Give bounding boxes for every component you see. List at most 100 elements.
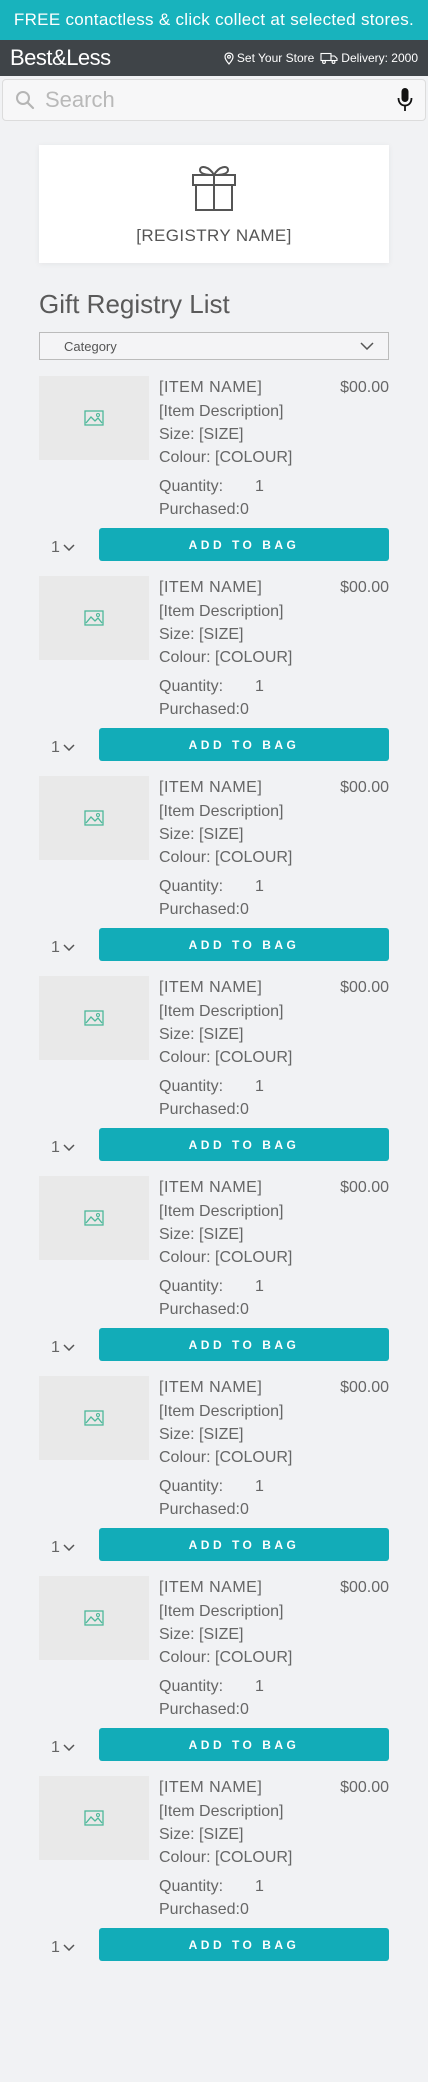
registry-item: [ITEM NAME] $00.00 [Item Description] Si… bbox=[39, 1376, 389, 1576]
purchased-value: 0 bbox=[239, 901, 249, 918]
item-size: Size: [SIZE] bbox=[159, 1626, 244, 1643]
quantity-select-value: 1 bbox=[51, 1938, 60, 1956]
item-image[interactable] bbox=[39, 1176, 149, 1260]
image-placeholder-icon bbox=[84, 1010, 104, 1026]
chevron-down-icon bbox=[63, 1544, 75, 1551]
item-colour: Colour: [COLOUR] bbox=[159, 1649, 293, 1666]
image-placeholder-icon bbox=[84, 1210, 104, 1226]
microphone-icon[interactable] bbox=[397, 87, 413, 113]
registry-item: [ITEM NAME] $00.00 [Item Description] Si… bbox=[39, 776, 389, 976]
item-description: [Item Description] bbox=[159, 1003, 284, 1020]
item-description: [Item Description] bbox=[159, 1203, 284, 1220]
quantity-select-value: 1 bbox=[51, 1338, 60, 1356]
quantity-select[interactable]: 1 bbox=[39, 939, 84, 957]
item-description: [Item Description] bbox=[159, 803, 284, 820]
item-colour: Colour: [COLOUR] bbox=[159, 1449, 293, 1466]
purchased-value: 0 bbox=[239, 1301, 249, 1318]
item-image[interactable] bbox=[39, 1576, 149, 1660]
purchased-label: Purchased: bbox=[159, 1501, 240, 1518]
item-info: [ITEM NAME] $00.00 [Item Description] Si… bbox=[159, 976, 389, 1121]
item-info: [ITEM NAME] $00.00 [Item Description] Si… bbox=[159, 1376, 389, 1521]
quantity-value: 1 bbox=[255, 1878, 264, 1895]
quantity-value: 1 bbox=[255, 1278, 264, 1295]
quantity-select[interactable]: 1 bbox=[39, 1739, 84, 1757]
site-header: Best&Less Set Your Store Delivery: 2000 bbox=[0, 40, 428, 76]
item-price: $00.00 bbox=[340, 379, 389, 396]
item-image[interactable] bbox=[39, 776, 149, 860]
item-info: [ITEM NAME] $00.00 [Item Description] Si… bbox=[159, 776, 389, 921]
header-actions: Set Your Store Delivery: 2000 bbox=[224, 51, 418, 65]
add-to-bag-button[interactable]: ADD TO BAG bbox=[99, 528, 389, 561]
add-to-bag-button[interactable]: ADD TO BAG bbox=[99, 1128, 389, 1161]
item-size: Size: [SIZE] bbox=[159, 826, 244, 843]
item-colour: Colour: [COLOUR] bbox=[159, 849, 293, 866]
quantity-select[interactable]: 1 bbox=[39, 539, 84, 557]
item-purchased-row: Purchased:0 bbox=[159, 698, 389, 721]
image-placeholder-icon bbox=[84, 610, 104, 626]
item-size: Size: [SIZE] bbox=[159, 1026, 244, 1043]
item-actions: 1 ADD TO BAG bbox=[39, 1128, 389, 1161]
item-description: [Item Description] bbox=[159, 1603, 284, 1620]
promo-bar: FREE contactless & click collect at sele… bbox=[0, 0, 428, 40]
delivery-link[interactable]: Delivery: 2000 bbox=[320, 51, 418, 65]
logo[interactable]: Best&Less bbox=[10, 45, 111, 71]
add-to-bag-button[interactable]: ADD TO BAG bbox=[99, 1328, 389, 1361]
search-icon[interactable] bbox=[15, 90, 35, 110]
store-label: Set Your Store bbox=[236, 51, 315, 65]
image-placeholder-icon bbox=[84, 410, 104, 426]
purchased-value: 0 bbox=[239, 1501, 249, 1518]
delivery-label: Delivery: 2000 bbox=[341, 51, 418, 65]
item-purchased-row: Purchased:0 bbox=[159, 1698, 389, 1721]
quantity-value: 1 bbox=[255, 1078, 264, 1095]
quantity-select-value: 1 bbox=[51, 938, 60, 956]
item-colour: Colour: [COLOUR] bbox=[159, 1849, 293, 1866]
quantity-label: Quantity: bbox=[159, 1478, 224, 1495]
quantity-label: Quantity: bbox=[159, 1678, 224, 1695]
item-purchased-row: Purchased:0 bbox=[159, 1498, 389, 1521]
item-purchased-row: Purchased:0 bbox=[159, 898, 389, 921]
item-quantity-row: Quantity: 1 bbox=[159, 1475, 389, 1498]
registry-name: [REGISTRY NAME] bbox=[136, 226, 292, 245]
quantity-select-value: 1 bbox=[51, 1138, 60, 1156]
item-purchased-row: Purchased:0 bbox=[159, 1298, 389, 1321]
chevron-down-icon bbox=[63, 1944, 75, 1951]
chevron-down-icon bbox=[63, 544, 75, 551]
quantity-select[interactable]: 1 bbox=[39, 1539, 84, 1557]
item-image[interactable] bbox=[39, 376, 149, 460]
add-to-bag-button[interactable]: ADD TO BAG bbox=[99, 1728, 389, 1761]
quantity-select[interactable]: 1 bbox=[39, 739, 84, 757]
item-actions: 1 ADD TO BAG bbox=[39, 1728, 389, 1761]
add-to-bag-button[interactable]: ADD TO BAG bbox=[99, 1528, 389, 1561]
item-quantity-row: Quantity: 1 bbox=[159, 875, 389, 898]
item-colour: Colour: [COLOUR] bbox=[159, 449, 293, 466]
category-dropdown[interactable]: Category bbox=[39, 332, 389, 360]
quantity-value: 1 bbox=[255, 478, 264, 495]
quantity-select[interactable]: 1 bbox=[39, 1339, 84, 1357]
item-image[interactable] bbox=[39, 1376, 149, 1460]
add-to-bag-button[interactable]: ADD TO BAG bbox=[99, 728, 389, 761]
item-image[interactable] bbox=[39, 576, 149, 660]
quantity-label: Quantity: bbox=[159, 678, 224, 695]
quantity-select[interactable]: 1 bbox=[39, 1939, 84, 1957]
quantity-select-value: 1 bbox=[51, 538, 60, 556]
item-colour: Colour: [COLOUR] bbox=[159, 1249, 293, 1266]
item-info: [ITEM NAME] $00.00 [Item Description] Si… bbox=[159, 1576, 389, 1721]
item-image[interactable] bbox=[39, 1776, 149, 1860]
promo-text: FREE contactless & click collect at sele… bbox=[13, 10, 415, 29]
search-input[interactable] bbox=[45, 87, 387, 113]
add-to-bag-button[interactable]: ADD TO BAG bbox=[99, 1928, 389, 1961]
item-size: Size: [SIZE] bbox=[159, 1426, 244, 1443]
set-store-link[interactable]: Set Your Store bbox=[224, 51, 314, 65]
item-colour: Colour: [COLOUR] bbox=[159, 649, 293, 666]
add-to-bag-button[interactable]: ADD TO BAG bbox=[99, 928, 389, 961]
purchased-value: 0 bbox=[239, 1701, 249, 1718]
quantity-value: 1 bbox=[255, 878, 264, 895]
quantity-select[interactable]: 1 bbox=[39, 1139, 84, 1157]
quantity-select-value: 1 bbox=[51, 1738, 60, 1756]
item-image[interactable] bbox=[39, 976, 149, 1060]
item-info: [ITEM NAME] $00.00 [Item Description] Si… bbox=[159, 376, 389, 521]
item-price: $00.00 bbox=[340, 1179, 389, 1196]
item-purchased-row: Purchased:0 bbox=[159, 1898, 389, 1921]
gift-icon bbox=[192, 166, 236, 211]
image-placeholder-icon bbox=[84, 1610, 104, 1626]
